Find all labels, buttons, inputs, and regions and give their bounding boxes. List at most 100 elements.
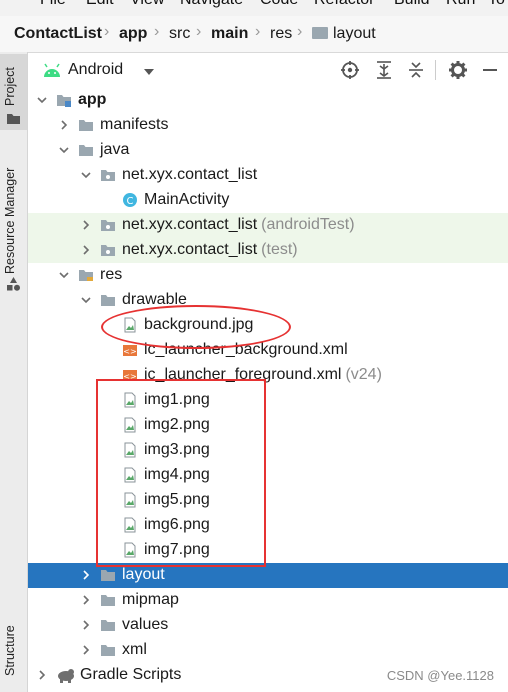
tree-item-name: net.xyx.contact_list [122,216,258,233]
toolbar-divider [435,60,436,80]
tree-item-suffix: (v24) [345,366,382,383]
resource-folder-icon [78,267,94,283]
tree-item-label: app [78,91,106,109]
chevron-right-icon: › [154,23,160,40]
view-mode-label: Android [68,61,124,78]
gear-icon[interactable] [448,60,468,80]
folder-icon [100,592,116,608]
svg-text:<>: <> [123,347,136,356]
chevron-right-icon[interactable] [58,119,70,131]
project-tool-window: Android app manifests java net.xyx.conta… [28,52,508,692]
chevron-down-icon[interactable] [36,94,48,106]
tree-item-app[interactable]: app [28,88,508,113]
tree-item-values[interactable]: values [28,613,508,638]
class-icon: C [122,192,138,208]
tree-item-name: net.xyx.contact_list [122,166,258,183]
xml-file-icon: <> [122,342,138,358]
menu-build[interactable]: Build [394,0,430,9]
tree-item-java[interactable]: java [28,138,508,163]
expand-all-icon[interactable] [374,60,394,80]
folder-icon [100,642,116,658]
minimize-icon[interactable] [480,60,500,80]
tab-structure[interactable]: Structure [0,612,27,692]
folder-icon [312,27,328,39]
tree-item-label: values [122,616,168,634]
android-icon [44,63,60,77]
chevron-right-icon[interactable] [36,669,48,681]
menu-refactor[interactable]: Refactor [314,0,374,9]
menu-edit[interactable]: Edit [86,0,114,9]
package-icon [100,167,116,183]
gradle-elephant-icon [56,667,74,683]
chevron-right-icon[interactable] [80,569,92,581]
tree-item-name: manifests [100,116,169,133]
tree-item-suffix: (test) [261,241,298,258]
folder-icon [100,292,116,308]
project-toolbar: Android [28,52,508,88]
tab-project-label: Project [3,67,17,106]
chevron-right-icon[interactable] [80,594,92,606]
tree-item-drawable[interactable]: drawable [28,288,508,313]
folder-icon [100,567,116,583]
chevron-down-icon[interactable] [80,294,92,306]
menu-view[interactable]: View [130,0,164,9]
breadcrumb-project[interactable]: ContactList [14,25,102,43]
target-icon[interactable] [340,60,360,80]
chevron-right-icon: › [196,23,202,40]
tree-item-name: res [100,266,123,283]
breadcrumb-layout[interactable]: layout [333,25,376,43]
chevron-right-icon: › [255,23,261,40]
menu-code[interactable]: Code [260,0,298,9]
chevron-down-icon[interactable] [80,169,92,181]
breadcrumb: ContactList › app › src › main › res › l… [0,16,508,53]
tab-resource-manager-label: Resource Manager [3,167,17,274]
chevron-down-icon[interactable] [58,144,70,156]
folder-icon [7,114,20,124]
tree-item-main-activity[interactable]: C MainActivity [28,188,508,213]
chevron-down-icon[interactable] [58,269,70,281]
tree-item-suffix: (androidTest) [261,216,355,233]
breadcrumb-app[interactable]: app [119,25,147,43]
chevron-right-icon[interactable] [80,644,92,656]
tree-item-manifests[interactable]: manifests [28,113,508,138]
tree-item-label: layout [122,566,165,584]
package-icon [100,217,116,233]
chevron-right-icon[interactable] [80,219,92,231]
collapse-all-icon[interactable] [406,60,426,80]
folder-icon [78,142,94,158]
tree-item-name: app [78,91,107,108]
chevron-right-icon[interactable] [80,244,92,256]
menu-tools[interactable]: To [488,0,505,9]
module-folder-icon [56,92,72,108]
tree-item-mipmap[interactable]: mipmap [28,588,508,613]
tree-item-label: manifests [100,116,168,134]
tree-item-label: xml [122,641,147,659]
tree-item-name: xml [122,641,147,658]
tree-item-package-test[interactable]: net.xyx.contact_list (test) [28,238,508,263]
folder-icon [78,117,94,133]
menu-file[interactable]: File [40,0,66,9]
annotation-rectangle [96,379,266,567]
tree-item-package-android-test[interactable]: net.xyx.contact_list (androidTest) [28,213,508,238]
tree-item-package[interactable]: net.xyx.contact_list [28,163,508,188]
menu-bar: File Edit View Navigate Code Refactor Bu… [0,0,508,16]
chevron-right-icon: › [104,23,110,40]
tree-item-name: values [122,616,169,633]
tree-item-name: layout [122,566,165,583]
menu-run[interactable]: Run [446,0,475,9]
tab-resource-manager[interactable]: Resource Manager [0,142,27,302]
tree-item-ic-launcher-background[interactable]: <> ic_launcher_background.xml [28,338,508,363]
breadcrumb-main[interactable]: main [211,25,248,43]
breadcrumb-res[interactable]: res [270,25,292,43]
chevron-right-icon[interactable] [80,619,92,631]
tree-item-name: mipmap [122,591,179,608]
breadcrumb-src[interactable]: src [169,25,190,43]
tree-item-label: net.xyx.contact_list [122,166,257,184]
tree-item-label: mipmap [122,591,179,609]
tab-project[interactable]: Project [0,54,27,130]
tab-structure-label: Structure [3,625,17,676]
tree-item-xml[interactable]: xml [28,638,508,663]
tree-item-res[interactable]: res [28,263,508,288]
watermark: CSDN @Yee.1128 [386,668,494,683]
menu-navigate[interactable]: Navigate [180,0,243,9]
